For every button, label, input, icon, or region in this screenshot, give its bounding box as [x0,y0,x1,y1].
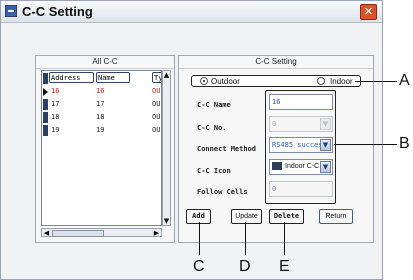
horizontal-scrollbar[interactable]: ◀ ▶ [41,228,162,237]
type-radio-group: Outdoor Indoor [191,75,361,87]
column-header-name[interactable]: Name [96,72,130,83]
scroll-left-icon[interactable]: ◀ [43,229,50,237]
chevron-down-icon[interactable]: ▼ [320,118,331,130]
callout-d-line [245,222,246,255]
cc-icon-label: C-C Icon [197,167,231,175]
all-cc-panel: All C-C Address Name Ty 16 16 OU 17 17 O… [35,55,175,243]
cc-setting-window: C-C Setting ✕ All C-C Address Name Ty 16… [0,0,383,280]
cc-no-value: 0 [272,120,277,128]
cc-name-label: C-C Name [197,101,231,109]
window-title: C-C Setting [22,4,93,19]
column-header-type[interactable]: Ty [152,72,161,83]
callout-a-line [355,81,397,82]
indoor-cc-icon [272,162,282,171]
window-menu-icon[interactable] [5,5,17,17]
table-row-name[interactable]: 18 [96,112,136,123]
connect-method-value: RS485 succes: [272,141,327,149]
callout-d: D [239,258,251,275]
title-bar[interactable]: C-C Setting ✕ [1,1,382,23]
indoor-label[interactable]: Indoor [330,76,353,87]
settings-field-group: 16 0 ▼ RS485 succes: ▼ Indoor C-C ▼ 0 [265,90,336,204]
column-header-address[interactable]: Address [49,72,94,83]
callout-e: E [279,258,290,275]
cc-setting-panel: C-C Setting Outdoor Indoor C-C Name C-C … [178,55,374,243]
chevron-down-icon[interactable]: ▼ [320,161,331,173]
indoor-radio[interactable] [317,77,325,85]
scroll-down-icon[interactable]: ▼ [163,217,170,225]
table-row-address[interactable]: 16 [51,86,91,97]
table-row-name[interactable]: 16 [96,86,136,97]
follow-cells-input[interactable]: 0 [269,181,333,197]
table-row-type[interactable]: OU [152,112,161,123]
cc-setting-panel-title: C-C Setting [179,56,373,69]
callout-b-line [334,144,397,145]
header-row-marker [43,73,48,84]
cc-icon-select[interactable]: Indoor C-C ▼ [269,159,333,175]
scroll-up-icon[interactable]: ▲ [163,71,170,79]
cc-list-grid[interactable]: Address Name Ty 16 16 OU 17 17 OU 18 18 … [41,70,162,226]
row-marker [43,125,48,136]
current-row-arrow-icon [43,88,48,96]
table-row-address[interactable]: 19 [51,125,91,136]
callout-c: C [193,258,205,275]
follow-cells-label: Follow Cells [197,188,248,196]
scroll-thumb[interactable] [52,230,104,237]
row-marker [43,99,48,110]
table-row-name[interactable]: 19 [96,125,136,136]
update-button[interactable]: Update [231,209,262,224]
return-button[interactable]: Return [319,209,353,224]
table-row-name[interactable]: 17 [96,99,136,110]
callout-b: B [399,135,410,152]
chevron-down-icon[interactable]: ▼ [320,139,331,151]
table-row-type[interactable]: OU [152,86,161,97]
table-row-address[interactable]: 18 [51,112,91,123]
cc-no-label: C-C No. [197,124,227,132]
cc-icon-value: Indoor C-C [285,163,320,170]
scroll-right-icon[interactable]: ▶ [153,229,160,237]
vertical-scrollbar[interactable]: ▲ ▼ [162,70,171,226]
callout-e-line [284,222,285,255]
all-cc-panel-title: All C-C [36,56,174,69]
cc-name-input[interactable]: 16 [269,94,333,110]
outdoor-radio[interactable] [200,77,208,85]
table-row-type[interactable]: OU [152,125,161,136]
callout-c-line [199,222,200,255]
connect-method-select[interactable]: RS485 succes: ▼ [269,137,333,153]
connect-method-label: Connect Method [197,145,257,153]
table-row-address[interactable]: 17 [51,99,91,110]
table-row-type[interactable]: OU [152,99,161,110]
row-marker [43,112,48,123]
callout-a: A [399,72,410,89]
close-button[interactable]: ✕ [360,4,377,20]
outdoor-label[interactable]: Outdoor [211,76,240,87]
cc-no-select[interactable]: 0 ▼ [269,116,333,132]
delete-button[interactable]: Delete [269,209,304,224]
